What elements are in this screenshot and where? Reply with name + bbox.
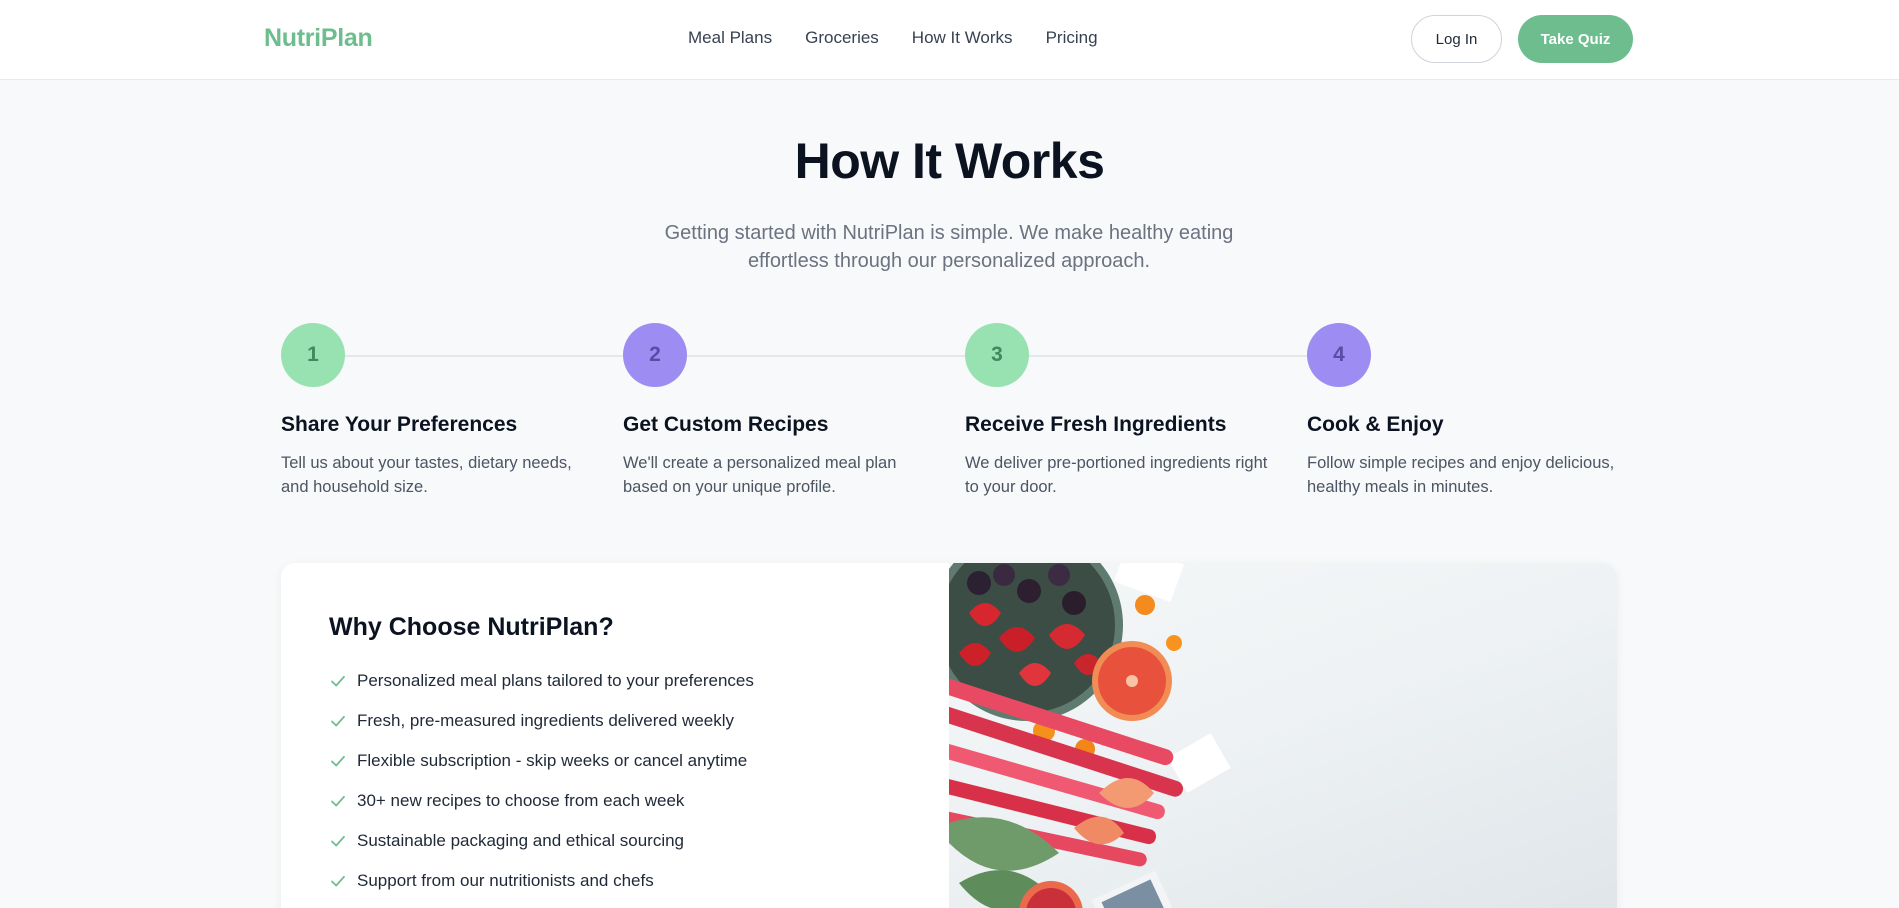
list-item: Fresh, pre-measured ingredients delivere…: [329, 701, 754, 741]
check-icon: [331, 835, 345, 847]
step-number-badge: 1: [281, 323, 345, 387]
login-button[interactable]: Log In: [1411, 15, 1502, 63]
step-4: 4 Cook & Enjoy Follow simple recipes and…: [1307, 323, 1627, 499]
step-description: Follow simple recipes and enjoy deliciou…: [1307, 454, 1615, 496]
step-3: 3 Receive Fresh Ingredients We deliver p…: [965, 323, 1285, 499]
step-2: 2 Get Custom Recipes We'll create a pers…: [623, 323, 943, 499]
list-item: Personalized meal plans tailored to your…: [329, 661, 754, 701]
why-choose-title: Why Choose NutriPlan?: [329, 613, 614, 641]
feature-list: Personalized meal plans tailored to your…: [329, 661, 754, 901]
page-subtitle: Getting started with NutriPlan is simple…: [664, 222, 1234, 272]
site-header: NutriPlan Meal Plans Groceries How It Wo…: [0, 0, 1899, 80]
why-choose-card: Why Choose NutriPlan? Personalized meal …: [281, 563, 1617, 908]
step-number-badge: 3: [965, 323, 1029, 387]
feature-text: Support from our nutritionists and chefs: [357, 871, 654, 890]
feature-text: 30+ new recipes to choose from each week: [357, 791, 685, 810]
step-number-badge: 4: [1307, 323, 1371, 387]
produce-illustration: [949, 563, 1231, 908]
nav-meal-plans[interactable]: Meal Plans: [688, 28, 772, 48]
main-nav: Meal Plans Groceries How It Works Pricin…: [688, 28, 1098, 48]
feature-text: Flexible subscription - skip weeks or ca…: [357, 751, 748, 770]
feature-text: Sustainable packaging and ethical sourci…: [357, 831, 685, 850]
check-icon: [331, 875, 345, 887]
step-title: Get Custom Recipes: [623, 413, 829, 436]
list-item: 30+ new recipes to choose from each week: [329, 781, 754, 821]
list-item: Support from our nutritionists and chefs: [329, 861, 754, 901]
list-item: Flexible subscription - skip weeks or ca…: [329, 741, 754, 781]
check-icon: [331, 795, 345, 807]
step-title: Receive Fresh Ingredients: [965, 413, 1227, 436]
check-icon: [331, 755, 345, 767]
logo[interactable]: NutriPlan: [264, 24, 373, 53]
step-description: We deliver pre-portioned ingredients rig…: [965, 454, 1268, 496]
page-title: How It Works: [794, 133, 1105, 189]
nav-how-it-works[interactable]: How It Works: [912, 28, 1013, 48]
take-quiz-button[interactable]: Take Quiz: [1518, 15, 1633, 63]
step-title: Cook & Enjoy: [1307, 413, 1444, 436]
feature-text: Fresh, pre-measured ingredients delivere…: [357, 711, 735, 730]
check-icon: [331, 675, 345, 687]
nav-groceries[interactable]: Groceries: [805, 28, 879, 48]
step-description: We'll create a personalized meal plan ba…: [623, 454, 897, 496]
step-title: Share Your Preferences: [281, 413, 518, 436]
fresh-produce-image: [949, 563, 1617, 908]
list-item: Sustainable packaging and ethical sourci…: [329, 821, 754, 861]
step-number-badge: 2: [623, 323, 687, 387]
nav-pricing[interactable]: Pricing: [1046, 28, 1098, 48]
feature-text: Personalized meal plans tailored to your…: [357, 671, 754, 690]
step-1: 1 Share Your Preferences Tell us about y…: [281, 323, 601, 499]
step-description: Tell us about your tastes, dietary needs…: [281, 454, 572, 496]
check-icon: [331, 715, 345, 727]
